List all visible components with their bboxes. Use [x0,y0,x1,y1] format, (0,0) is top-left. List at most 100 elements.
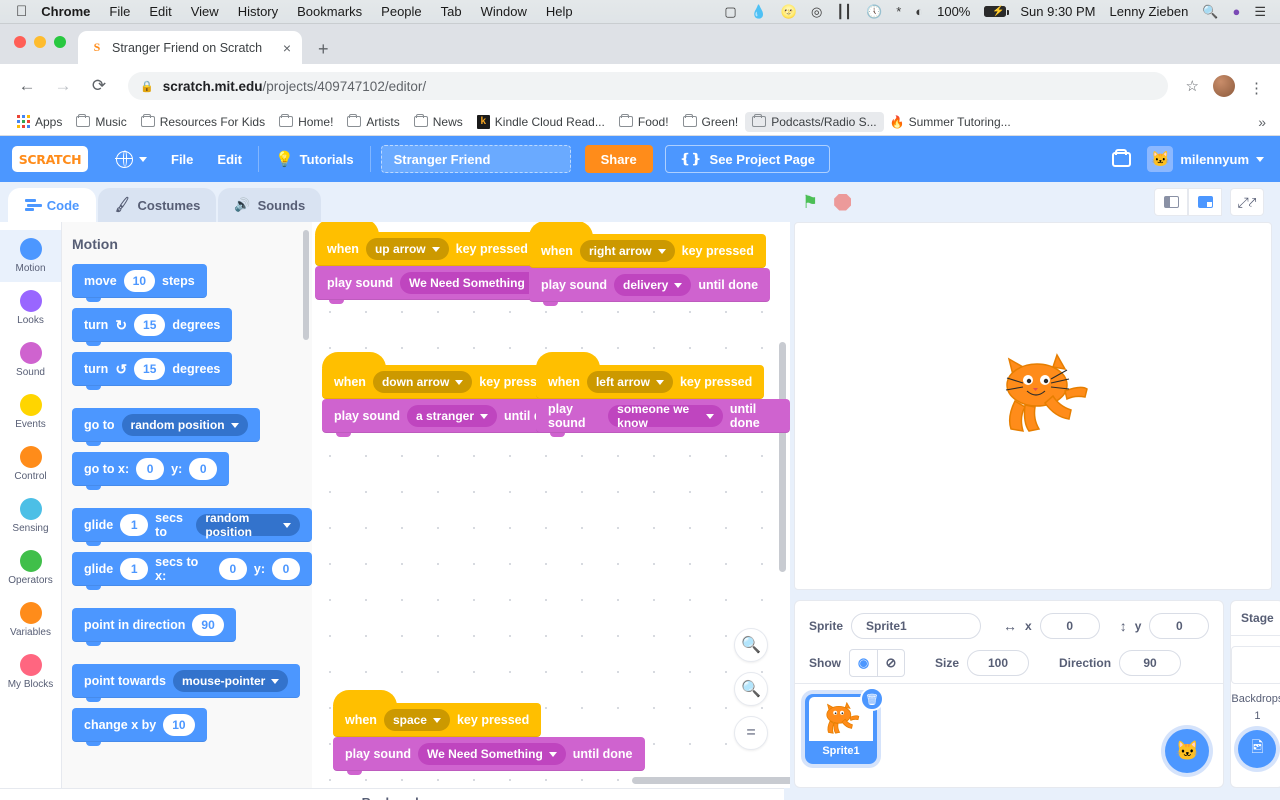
stop-sign-icon[interactable] [834,193,852,211]
block-dropdown[interactable]: We Need Something [399,272,548,294]
trash-icon[interactable]: 🗑 [860,687,884,711]
stage-selector-panel[interactable]: Stage Backdrops 1 🖻 [1230,600,1280,788]
block-dropdown[interactable]: up arrow [365,238,449,260]
tab-code[interactable]: Code [8,188,96,222]
block-number-input[interactable]: 0 [136,458,165,480]
flame-icon[interactable]: 💧 [751,5,767,18]
menu-people[interactable]: People [381,4,421,19]
palette-block[interactable]: point towards mouse-pointer [72,664,301,702]
menu-history[interactable]: History [238,4,278,19]
block-palette[interactable]: Motion move 10 steps turn ↻ 15 degrees turn ↺ 15 d… [62,222,312,788]
hat-block[interactable]: when left arrow key pressed [536,352,765,403]
script-canvas[interactable]: when up arrow key pressed play sound We Need… [312,222,790,788]
account-menu[interactable]: 🐱 milennyum [1147,146,1264,172]
bookmark-green[interactable]: Green! [676,112,746,132]
plus-icon[interactable]: + [312,40,335,58]
stack-block[interactable]: play sound We Need Something until done [333,737,645,775]
x-input[interactable]: 0 [1039,613,1100,639]
block-number-input[interactable]: 0 [189,458,218,480]
block-number-input[interactable]: 0 [272,558,300,580]
category-variables[interactable]: Variables [0,594,61,646]
sprite-name-input[interactable]: Sprite1 [851,613,982,639]
tab-sounds[interactable]: 🔊 Sounds [218,188,322,222]
sprite-card[interactable]: 🗑 Sprite1 [805,687,884,764]
palette-block[interactable]: glide 1 secs to x: 0 y: 0 [72,552,312,590]
eye-icon[interactable]: ◉ [850,650,877,676]
block-number-input[interactable]: 15 [134,314,166,336]
bookmark-summer-tutoring[interactable]: 🔥 Summer Tutoring... [884,112,1018,132]
stage-display[interactable] [794,222,1272,590]
script-stack[interactable]: when space key pressed play sound We Need So… [333,690,790,775]
block-dropdown[interactable]: random position [121,414,248,436]
close-icon[interactable]: × [280,40,294,56]
green-flag-icon[interactable]: ⚑ [802,193,818,211]
eye-slash-icon[interactable]: ⊘ [877,650,904,676]
block-dropdown[interactable]: space [383,709,450,731]
palette-block[interactable]: turn ↺ 15 degrees [72,352,233,390]
block-dropdown[interactable]: mouse-pointer [172,670,289,692]
menu-help[interactable]: Help [546,4,573,19]
direction-input[interactable]: 90 [1119,650,1182,676]
bookmark-artists[interactable]: Artists [340,112,406,132]
script-stack[interactable]: when right arrow key pressed play sound deli… [529,222,790,306]
block-number-input[interactable]: 0 [218,558,247,580]
battery-icon[interactable]: ⚡ [984,6,1010,17]
reload-icon[interactable]: ⟳ [84,71,114,101]
palette-block[interactable]: go to random position [72,408,260,446]
bookmark-podcasts-radio[interactable]: Podcasts/Radio S... [745,111,884,132]
large-stage-button[interactable] [1188,188,1222,216]
category-motion[interactable]: Motion [0,230,61,282]
back-arrow-icon[interactable]: ← [12,71,42,101]
hat-block[interactable]: when right arrow key pressed [529,222,766,272]
minimize-window-button[interactable] [34,36,46,48]
zoom-out-button[interactable]: 🔍 [734,672,768,706]
stats-icon[interactable]: ┃┃ [836,5,852,18]
palette-block[interactable]: change x by 10 [72,708,207,746]
language-selector[interactable] [104,136,159,182]
block-number-input[interactable]: 15 [134,358,166,380]
block-number-input[interactable]: 10 [163,714,195,736]
instapaper-icon[interactable]: ▢ [724,5,736,18]
bluetooth-icon[interactable]: * [896,5,901,18]
block-number-input[interactable]: 90 [192,614,224,636]
block-number-input[interactable]: 1 [120,558,149,580]
close-window-button[interactable] [14,36,26,48]
bookmark-food[interactable]: Food! [612,112,676,132]
palette-block[interactable]: point in direction 90 [72,608,236,646]
see-project-page-button[interactable]: ❴❵ See Project Page [664,145,831,173]
file-menu[interactable]: File [159,136,205,182]
bookmark-news[interactable]: News [407,112,470,132]
siri-icon[interactable]: ● [1232,5,1240,18]
project-title-input[interactable]: Stranger Friend [380,145,571,173]
tab-costumes[interactable]: 🖌 Costumes [98,188,217,222]
browser-tab[interactable]: S Stranger Friend on Scratch × [78,31,302,64]
block-dropdown[interactable]: a stranger [406,405,498,427]
menu-view[interactable]: View [191,4,219,19]
hat-block[interactable]: when down arrow key pressed [322,352,564,403]
y-input[interactable]: 0 [1149,613,1210,639]
canvas-horizontal-scrollbar[interactable] [632,777,790,784]
kebab-menu-icon[interactable]: ⋮ [1245,81,1268,96]
menu-window[interactable]: Window [481,4,527,19]
script-stack[interactable]: when left arrow key pressed play sound someo… [536,352,790,437]
url-bar[interactable]: 🔒 scratch.mit.edu/projects/409747102/edi… [128,72,1168,100]
block-dropdown[interactable]: left arrow [586,371,673,393]
tutorials-button[interactable]: 💡 Tutorials [263,136,366,182]
category-events[interactable]: Events [0,386,61,438]
palette-block[interactable]: go to x: 0 y: 0 [72,452,230,490]
evernote-icon[interactable]: 🌝 [781,5,797,18]
apple-logo-icon[interactable]:  [16,4,27,19]
search-icon[interactable]: 🔍 [1202,5,1218,18]
category-sound[interactable]: Sound [0,334,61,386]
category-sensing[interactable]: Sensing [0,490,61,542]
palette-block[interactable]: move 10 steps [72,264,207,302]
menu-edit[interactable]: Edit [149,4,171,19]
block-dropdown[interactable]: down arrow [372,371,473,393]
airplay-icon[interactable]: ◎ [811,5,822,18]
profile-avatar[interactable] [1213,75,1235,97]
backpack-bar[interactable]: Backpack [0,788,784,800]
stack-block[interactable]: play sound someone we know until done [536,399,790,437]
folder-icon[interactable] [1112,148,1132,167]
wifi-icon[interactable]: ◐ [915,5,923,18]
maximize-window-button[interactable] [54,36,66,48]
